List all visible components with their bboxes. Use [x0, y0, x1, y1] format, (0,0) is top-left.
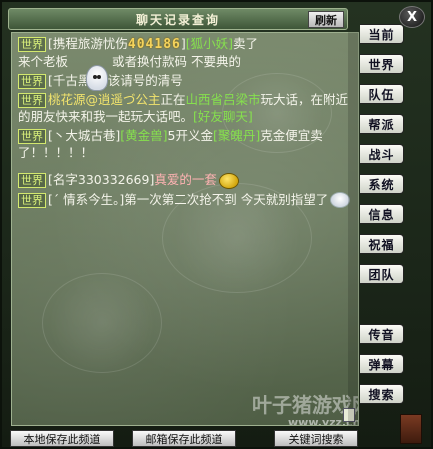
message-text: [ˊ 情系今生。]第一次第二次抢不到 今天就别指望了: [48, 191, 329, 207]
message-list: 世界 [携程旅游忧伤404186][狐小妖]卖了 来个老板 或者换付款码 不要典的 …: [18, 35, 354, 210]
chat-history-window: 聊天记录查询 刷新 X 世界 [携程旅游忧伤404186][狐小妖]卖了 来个老板…: [0, 0, 433, 449]
tab-battle[interactable]: 战斗: [360, 144, 404, 164]
smile-emoji-icon: [218, 172, 239, 189]
chat-message: 世界 桃花源@逍遥づ公主正在山西省吕梁市玩大话，在附近的朋友快来和我一起玩大话吧。…: [18, 91, 354, 125]
tab-info[interactable]: 信息: [360, 204, 404, 224]
message-text: [千古黑白]该请号的清号: [48, 73, 183, 88]
refresh-button[interactable]: 刷新: [308, 11, 344, 28]
tab-world[interactable]: 世界: [360, 54, 404, 74]
tab-current[interactable]: 当前: [360, 24, 404, 44]
tab-system[interactable]: 系统: [360, 174, 404, 194]
channel-tag-world[interactable]: 世界: [18, 37, 46, 52]
channel-tag-world[interactable]: 世界: [18, 93, 46, 108]
chat-log-panel[interactable]: 世界 [携程旅游忧伤404186][狐小妖]卖了 来个老板 或者换付款码 不要典的 …: [11, 32, 359, 426]
message-text: [名字330332669]: [48, 172, 155, 187]
save-local-button[interactable]: 本地保存此频道: [10, 430, 114, 447]
sender-name[interactable]: 桃花源@逍遥づ公主: [48, 92, 161, 107]
sender-name[interactable]: [狐小妖]: [186, 36, 233, 51]
corner-seal-icon: [400, 414, 422, 444]
message-text: 卖了: [233, 36, 259, 51]
save-mail-button[interactable]: 邮箱保存此频道: [132, 430, 236, 447]
message-text: 正在: [160, 92, 186, 107]
tab-team[interactable]: 队伍: [360, 84, 404, 104]
message-text: [携程旅游忧伤: [48, 36, 128, 51]
keyword-search-button[interactable]: 关键词搜索: [274, 430, 358, 447]
tab-barrage[interactable]: 弹幕: [360, 354, 404, 374]
chat-message: 世界 [携程旅游忧伤404186][狐小妖]卖了 来个老板 或者换付款码 不要典的: [18, 35, 354, 70]
location-text: 山西省吕梁市: [185, 92, 261, 107]
chat-message: 世界 [ˊ 情系今生。]第一次第二次抢不到 今天就别指望了: [18, 191, 354, 208]
tab-whisper[interactable]: 传音: [360, 324, 404, 344]
chat-message: 世界 [千古黑白]该请号的清号: [18, 72, 354, 89]
friend-chat-link[interactable]: [好友聊天]: [193, 109, 253, 124]
channel-tag-world[interactable]: 世界: [18, 129, 46, 144]
tab-group[interactable]: 团队: [360, 264, 404, 284]
tab-blessing[interactable]: 祝福: [360, 234, 404, 254]
window-title-bar: 聊天记录查询 刷新: [8, 8, 348, 30]
item-link[interactable]: [黄金兽]: [120, 128, 167, 143]
window-title: 聊天记录查询: [135, 12, 220, 27]
item-link[interactable]: [聚魄丹]: [213, 128, 260, 143]
ghost-emoji-icon: [86, 65, 108, 91]
channel-tag-world[interactable]: 世界: [18, 192, 46, 208]
message-text: 来个老板: [18, 54, 69, 69]
tab-guild[interactable]: 帮派: [360, 114, 404, 134]
bottom-toolbar: 本地保存此频道 邮箱保存此频道 关键词搜索: [8, 430, 358, 448]
chat-message: 世界 [名字330332669]真爱的一套: [18, 171, 354, 189]
tab-search[interactable]: 搜索: [360, 384, 404, 404]
channel-tag-world[interactable]: 世界: [18, 74, 46, 89]
chat-message: 世界 [丶大城古巷][黄金兽]5开义金[聚魄丹]克金便宜卖了！！！！！: [18, 127, 354, 161]
player-id-number: 404186: [127, 37, 181, 52]
message-text: 或者换付款码 不要典的: [112, 54, 241, 69]
chat-scrollbar[interactable]: [348, 32, 359, 426]
channel-tag-world[interactable]: 世界: [18, 173, 46, 188]
message-text: [丶大城古巷]: [48, 128, 121, 143]
highlight-text: 真爱的一套: [154, 172, 217, 187]
message-text: 5开义金: [167, 128, 213, 143]
